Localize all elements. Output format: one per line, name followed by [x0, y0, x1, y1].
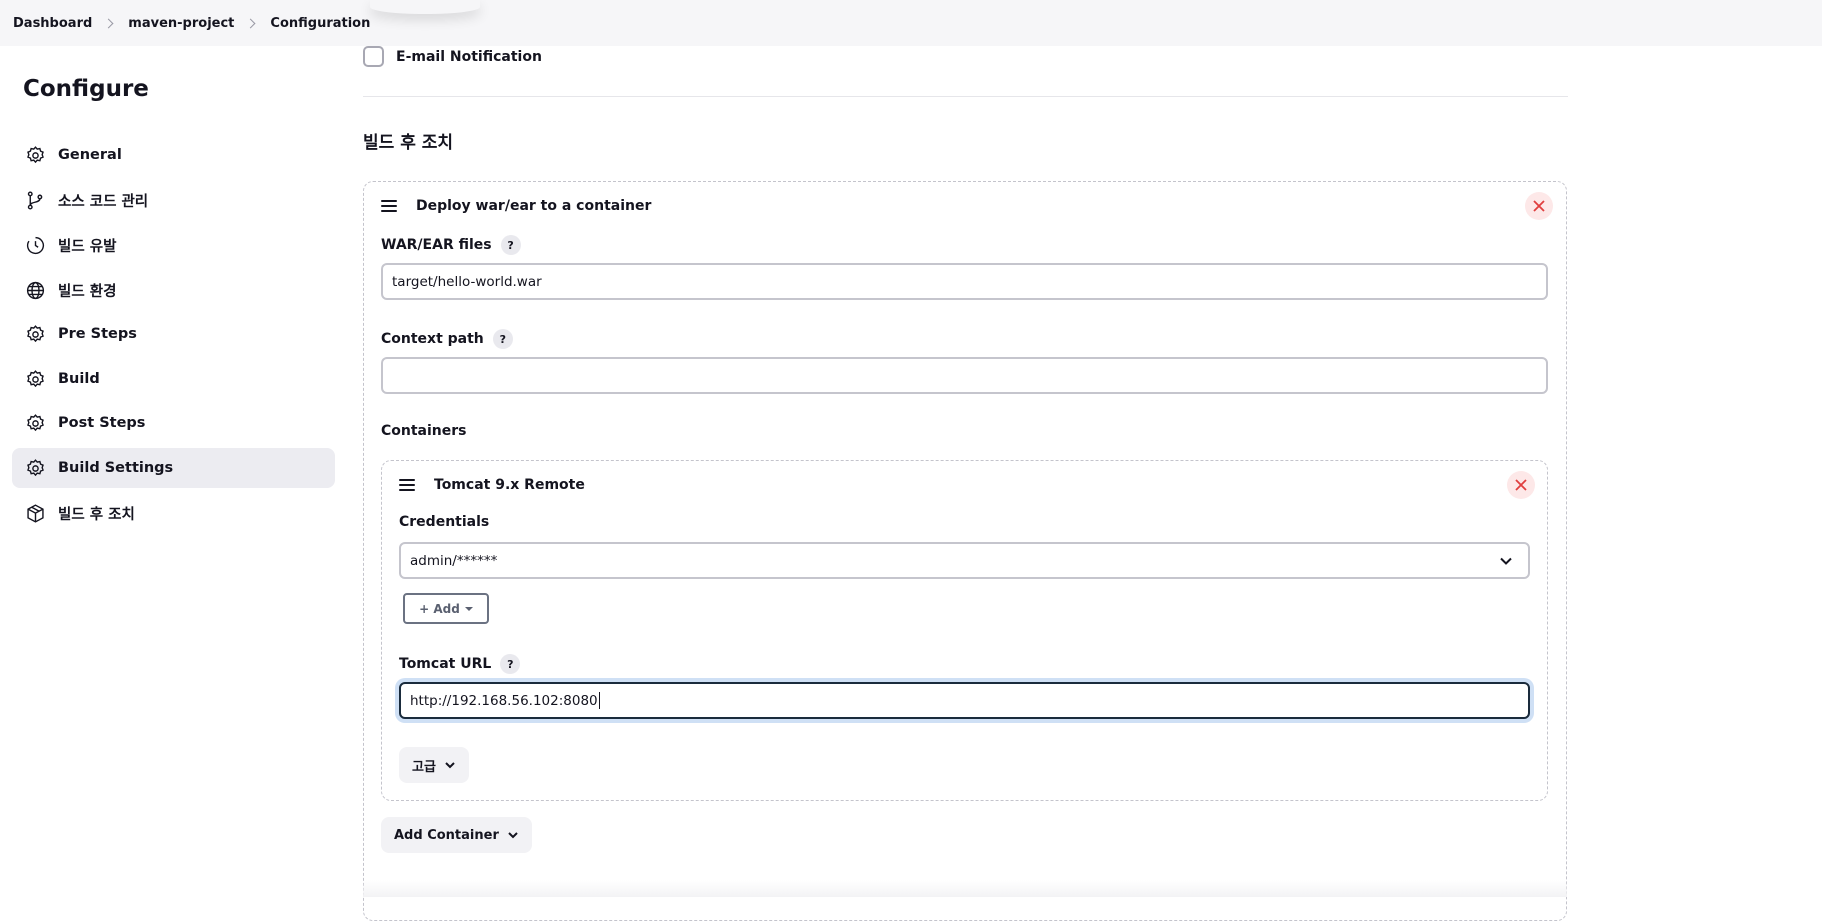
- gear-icon: [24, 323, 46, 345]
- sidebar-item-build-settings[interactable]: Build Settings: [12, 448, 335, 488]
- bottom-shadow: [363, 880, 1567, 897]
- war-files-input[interactable]: target/hello-world.war: [381, 263, 1548, 300]
- sidebar-item-label: General: [58, 147, 122, 163]
- container-header: Tomcat 9.x Remote: [399, 477, 585, 493]
- floating-shadow: [370, 0, 480, 14]
- deploy-step-header: Deploy war/ear to a container: [381, 198, 651, 214]
- clock-icon: [24, 234, 46, 256]
- sidebar-item-label: 빌드 환경: [58, 283, 117, 300]
- breadcrumb: Dashboard maven-project Configuration: [0, 0, 1822, 46]
- sidebar-item-label: Pre Steps: [58, 326, 137, 342]
- breadcrumb-configuration[interactable]: Configuration: [270, 16, 370, 31]
- delete-step-button[interactable]: [1525, 192, 1553, 220]
- add-credentials-label: + Add: [419, 601, 460, 616]
- credentials-value: admin/******: [410, 552, 498, 569]
- credentials-label: Credentials: [399, 514, 489, 530]
- chevron-down-icon: [1500, 557, 1512, 565]
- gear-icon: [24, 412, 46, 434]
- sidebar-item-post-build[interactable]: 빌드 후 조치: [12, 493, 335, 533]
- sidebar-item-label: Build: [58, 371, 100, 387]
- war-files-value: target/hello-world.war: [392, 273, 542, 290]
- gear-icon: [24, 368, 46, 390]
- chevron-down-icon: [445, 762, 455, 769]
- deploy-step-title: Deploy war/ear to a container: [416, 198, 652, 214]
- add-credentials-button[interactable]: + Add: [403, 593, 489, 624]
- breadcrumb-chevron-icon: [245, 18, 256, 28]
- context-path-input[interactable]: [381, 357, 1548, 394]
- sidebar-item-triggers[interactable]: 빌드 유발: [12, 225, 335, 265]
- caret-down-icon: [464, 606, 473, 611]
- sidebar-item-label: Post Steps: [58, 415, 146, 431]
- drag-handle-icon[interactable]: [381, 200, 397, 212]
- email-notification-row: E-mail Notification: [363, 46, 542, 67]
- add-container-button[interactable]: Add Container: [381, 817, 532, 853]
- context-path-label-text: Context path: [381, 331, 484, 347]
- container-title: Tomcat 9.x Remote: [434, 477, 585, 493]
- sidebar-item-scm[interactable]: 소스 코드 관리: [12, 180, 335, 220]
- git-branch-icon: [24, 189, 46, 211]
- drag-handle-icon[interactable]: [399, 479, 415, 491]
- sidebar-item-label: Build Settings: [58, 460, 174, 476]
- context-path-label: Context path ?: [381, 329, 513, 349]
- help-icon[interactable]: ?: [492, 329, 513, 349]
- delete-container-button[interactable]: [1507, 471, 1535, 499]
- text-cursor: [598, 692, 600, 709]
- add-container-label: Add Container: [394, 827, 499, 843]
- breadcrumb-chevron-icon: [103, 18, 114, 28]
- section-title: 빌드 후 조치: [363, 133, 454, 153]
- help-icon[interactable]: ?: [500, 235, 521, 255]
- tomcat-url-input[interactable]: http://192.168.56.102:8080: [399, 682, 1530, 719]
- containers-label: Containers: [381, 423, 467, 439]
- credentials-select[interactable]: admin/******: [399, 542, 1530, 579]
- sidebar-item-environment[interactable]: 빌드 환경: [12, 270, 335, 310]
- containers-label-text: Containers: [381, 423, 467, 439]
- sidebar-item-build[interactable]: Build: [12, 359, 335, 399]
- chevron-down-icon: [508, 832, 518, 839]
- globe-icon: [24, 279, 46, 301]
- gear-icon: [24, 144, 46, 166]
- tomcat-url-label-text: Tomcat URL: [399, 656, 492, 672]
- divider: [363, 96, 1568, 97]
- sidebar-item-pre-steps[interactable]: Pre Steps: [12, 314, 335, 354]
- close-icon: [1515, 479, 1527, 491]
- help-icon[interactable]: ?: [500, 654, 521, 674]
- package-icon: [24, 502, 46, 524]
- tomcat-url-value: http://192.168.56.102:8080: [410, 692, 598, 709]
- war-files-label: WAR/EAR files ?: [381, 235, 521, 255]
- close-icon: [1533, 200, 1545, 212]
- email-notification-label[interactable]: E-mail Notification: [396, 49, 542, 65]
- breadcrumb-dashboard[interactable]: Dashboard: [13, 16, 92, 31]
- sidebar-item-post-steps[interactable]: Post Steps: [12, 403, 335, 443]
- sidebar-item-label: 빌드 후 조치: [58, 506, 135, 523]
- tomcat-url-label: Tomcat URL ?: [399, 654, 521, 674]
- tomcat-container: [381, 460, 1548, 801]
- sidebar-item-general[interactable]: General: [12, 135, 335, 175]
- sidebar-item-label: 빌드 유발: [58, 238, 117, 255]
- war-files-label-text: WAR/EAR files: [381, 237, 492, 253]
- credentials-label-text: Credentials: [399, 514, 490, 530]
- advanced-button-label: 고급: [412, 759, 436, 775]
- email-notification-checkbox[interactable]: [363, 46, 384, 67]
- advanced-button[interactable]: 고급: [399, 747, 469, 783]
- sidebar-title: Configure: [23, 76, 149, 102]
- breadcrumb-project[interactable]: maven-project: [128, 16, 234, 31]
- sidebar-item-label: 소스 코드 관리: [58, 193, 149, 210]
- gear-icon: [24, 457, 46, 479]
